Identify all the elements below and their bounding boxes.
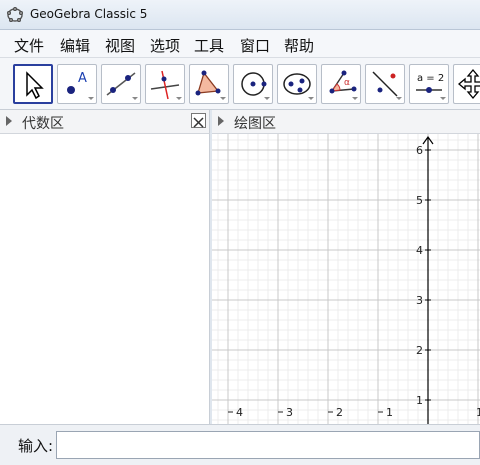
collapse-triangle-icon[interactable] (218, 116, 224, 126)
angle-icon: α (329, 70, 358, 100)
menu-tools[interactable]: 工具 (194, 35, 224, 56)
svg-text:a = 2: a = 2 (417, 73, 444, 84)
input-label: 输入: (18, 437, 54, 455)
y-tick-label: 6 (416, 144, 423, 157)
point-tool-button[interactable]: A (57, 64, 97, 104)
y-tick-label: 4 (416, 244, 423, 257)
menu-bar: 文件 编辑 视图 选项 工具 窗口 帮助 (0, 30, 480, 58)
menu-view[interactable]: 视图 (105, 35, 135, 56)
y-tick-label: 3 (416, 294, 423, 307)
graphics-canvas[interactable]: 6 5 4 3 2 1 4 3 2 1 1 (212, 134, 480, 424)
x-tick-label: 2 (336, 406, 343, 419)
x-tick-label: 1 (386, 406, 393, 419)
algebra-view[interactable] (0, 134, 210, 424)
line-through-points-icon (106, 72, 138, 100)
line-tool-button[interactable] (101, 64, 141, 104)
input-field[interactable] (56, 431, 480, 459)
window-title: GeoGebra Classic 5 (30, 7, 148, 21)
graphics-view-header: 绘图区 (212, 110, 480, 134)
input-bar: 输入: (0, 424, 480, 465)
close-icon (193, 117, 204, 128)
svg-text:A: A (78, 71, 87, 86)
reflect-tool-button[interactable] (365, 64, 405, 104)
menu-window[interactable]: 窗口 (240, 35, 270, 56)
close-view-button[interactable] (191, 113, 206, 128)
algebra-view-title: 代数区 (22, 116, 64, 132)
slider-icon: a = 2 (416, 73, 446, 100)
move-tool-button[interactable] (13, 64, 53, 104)
reflect-about-line-icon (372, 71, 402, 100)
circle-icon (241, 72, 270, 100)
ellipse-tool-button[interactable] (277, 64, 317, 104)
move-graphics-tool-button[interactable] (453, 64, 480, 104)
x-tick-label: 4 (236, 406, 243, 419)
slider-tool-button[interactable]: a = 2 (409, 64, 449, 104)
y-tick-label: 1 (416, 394, 423, 407)
graphics-view-title: 绘图区 (234, 116, 276, 132)
geogebra-logo-icon (6, 6, 24, 23)
graphics-view[interactable]: 6 5 4 3 2 1 4 3 2 1 1 (212, 134, 480, 424)
circle-tool-button[interactable] (233, 64, 273, 104)
title-bar: GeoGebra Classic 5 (0, 0, 480, 30)
perpendicular-line-icon (150, 70, 182, 100)
ellipse-icon (283, 73, 314, 100)
angle-tool-button[interactable]: α (321, 64, 361, 104)
algebra-view-header: 代数区 (0, 110, 210, 134)
cursor-arrow-icon (26, 71, 44, 100)
y-tick-label: 5 (416, 194, 423, 207)
y-tick-label: 2 (416, 344, 423, 357)
menu-edit[interactable]: 编辑 (60, 35, 90, 56)
x-tick-label: 1 (476, 406, 480, 419)
menu-file[interactable]: 文件 (14, 35, 44, 56)
point-icon: A (67, 71, 94, 100)
menu-help[interactable]: 帮助 (284, 35, 314, 56)
x-tick-label: 3 (286, 406, 293, 419)
perpendicular-tool-button[interactable] (145, 64, 185, 104)
move-arrows-icon (457, 68, 480, 100)
svg-text:α: α (344, 78, 350, 88)
menu-options[interactable]: 选项 (150, 35, 180, 56)
polygon-icon (195, 70, 226, 100)
toolbar: A α a = 2 (0, 58, 480, 110)
polygon-tool-button[interactable] (189, 64, 229, 104)
collapse-triangle-icon[interactable] (6, 116, 12, 126)
